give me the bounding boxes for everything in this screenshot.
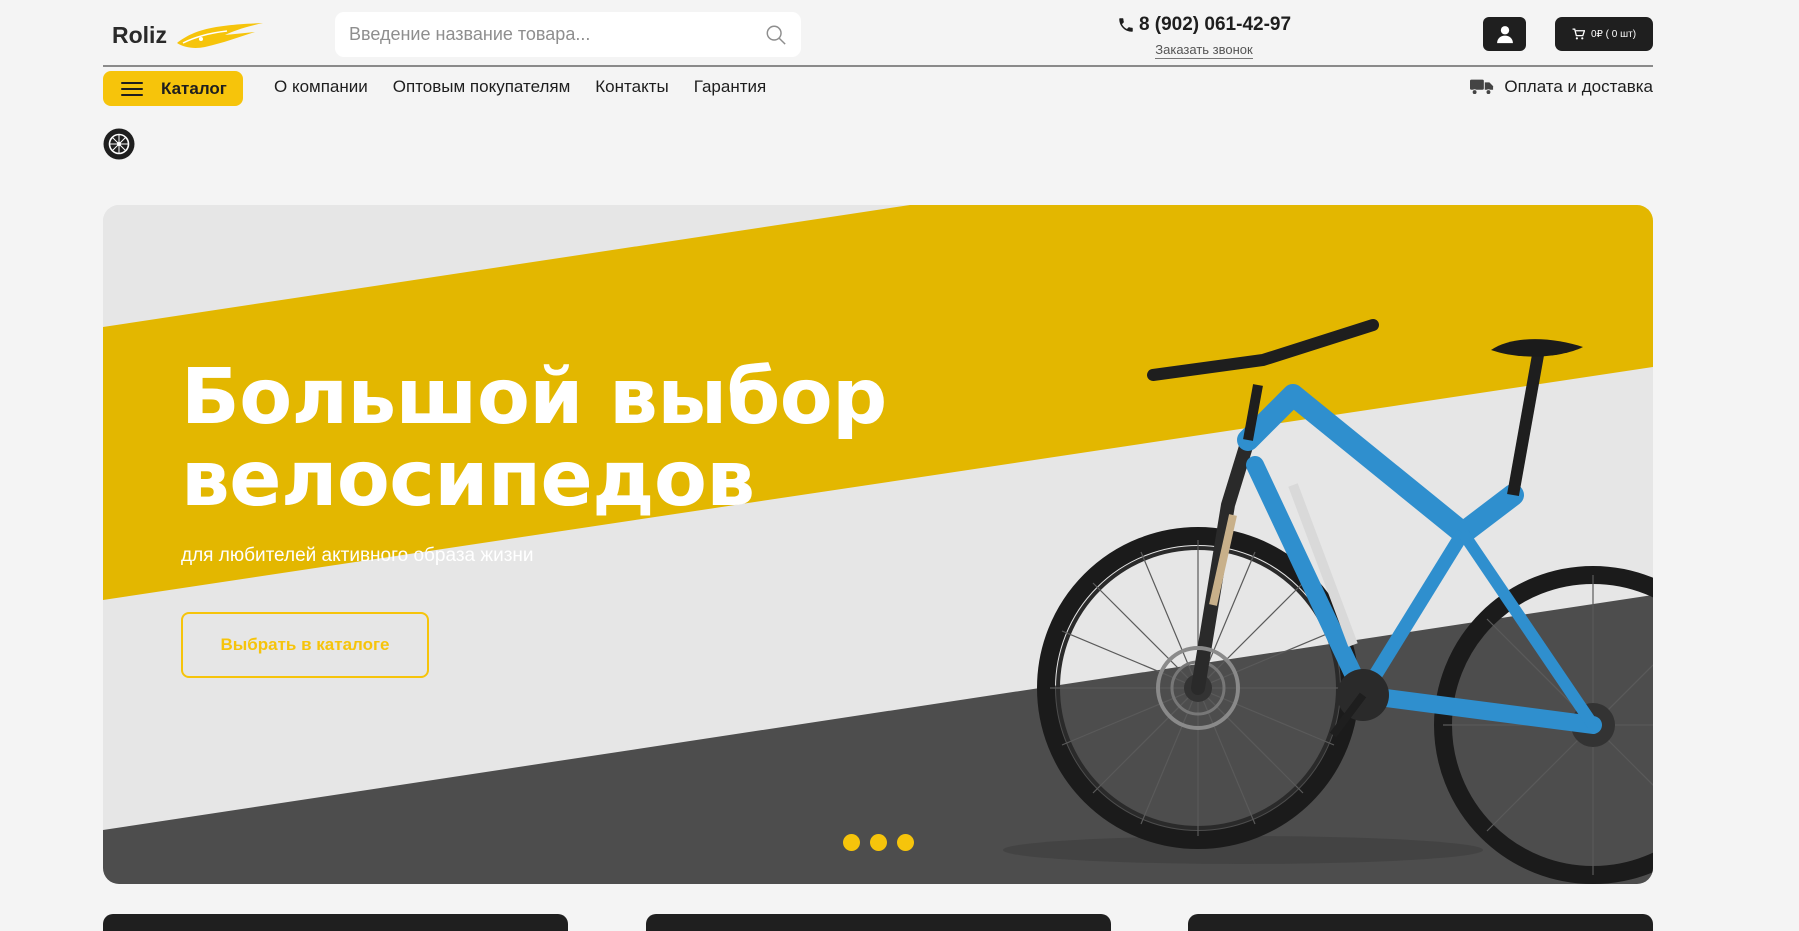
- slider-dots: [843, 834, 914, 851]
- nav-link-wholesale[interactable]: Оптовым покупателям: [393, 77, 571, 97]
- phone-link[interactable]: 8 (902) 061-42-97: [1114, 14, 1294, 36]
- search-icon[interactable]: [765, 24, 787, 46]
- user-icon: [1496, 26, 1513, 44]
- catalog-label: Каталог: [161, 78, 227, 98]
- search-input[interactable]: [349, 24, 765, 45]
- logo-text: Roliz: [112, 21, 167, 48]
- catalog-button[interactable]: Каталог: [103, 71, 243, 106]
- hero-title: Большой выбор велосипедов: [181, 357, 941, 521]
- category-card-2[interactable]: [646, 914, 1111, 931]
- bicycle-image: [1003, 319, 1653, 884]
- hero-subtitle: для любителей активного образа жизни: [181, 545, 534, 566]
- slider-dot-2[interactable]: [870, 834, 887, 851]
- slider-dot-3[interactable]: [897, 834, 914, 851]
- catalog-cta-button[interactable]: Выбрать в каталоге: [181, 612, 429, 678]
- nav-link-contacts[interactable]: Контакты: [595, 77, 668, 97]
- account-button[interactable]: [1483, 17, 1526, 51]
- eagle-logo-icon: [176, 23, 263, 48]
- hero-title-line-1: Большой выбор: [181, 353, 887, 442]
- hamburger-icon: [121, 81, 143, 96]
- main-nav: Каталог О компании Оптовым покупателям К…: [103, 71, 1653, 107]
- delivery-link[interactable]: Оплата и доставка: [1470, 77, 1653, 97]
- wheel-icon[interactable]: [103, 128, 135, 160]
- category-cards: [103, 914, 1653, 931]
- callback-link[interactable]: Заказать звонок: [1155, 42, 1253, 59]
- nav-link-about[interactable]: О компании: [274, 77, 368, 97]
- nav-link-warranty[interactable]: Гарантия: [694, 77, 767, 97]
- delivery-label: Оплата и доставка: [1504, 77, 1653, 96]
- phone-icon: [1119, 18, 1133, 32]
- search-bar: [335, 12, 801, 57]
- header: Roliz 8 (902) 061-42-97 Заказать звонок: [103, 0, 1653, 67]
- phone-number: 8 (902) 061-42-97: [1138, 14, 1292, 35]
- category-card-3[interactable]: [1188, 914, 1653, 931]
- hero-banner: Большой выбор велосипедов для любителей …: [103, 205, 1653, 884]
- category-card-1[interactable]: [103, 914, 568, 931]
- cart-icon: [1572, 28, 1585, 40]
- cart-summary: 0₽ ( 0 шт): [1590, 28, 1637, 40]
- nav-links: О компании Оптовым покупателям Контакты …: [274, 77, 766, 97]
- truck-icon: [1470, 79, 1494, 95]
- cart-button[interactable]: 0₽ ( 0 шт): [1555, 17, 1653, 51]
- slider-dot-1[interactable]: [843, 834, 860, 851]
- contact-block: 8 (902) 061-42-97 Заказать звонок: [1114, 14, 1294, 59]
- hero-title-line-2: велосипедов: [181, 435, 755, 524]
- logo[interactable]: Roliz: [112, 18, 265, 52]
